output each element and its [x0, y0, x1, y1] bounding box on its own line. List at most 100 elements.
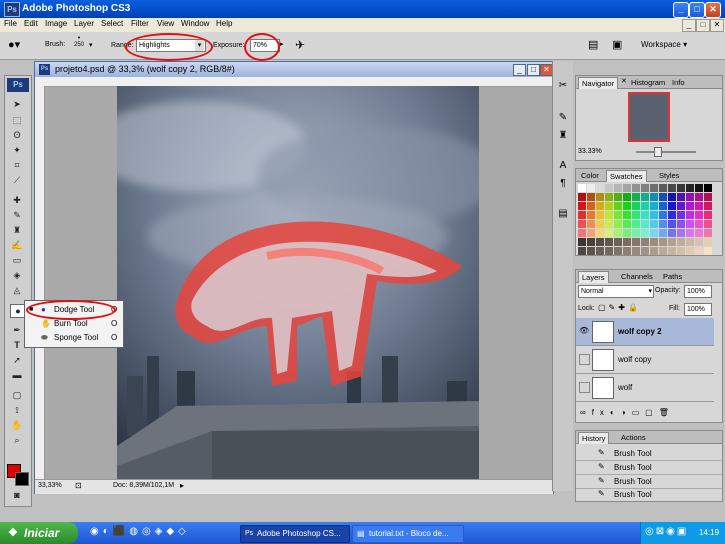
navigator-thumbnail[interactable] — [628, 92, 670, 142]
color-swatch[interactable] — [704, 202, 712, 210]
menu-file[interactable]: File — [4, 19, 17, 28]
color-swatch[interactable] — [596, 193, 604, 201]
color-swatch[interactable] — [578, 193, 586, 201]
eraser-tool-icon[interactable]: ▭ — [10, 254, 24, 266]
bridge-icon[interactable]: ▣ — [612, 38, 622, 51]
color-swatch[interactable] — [596, 211, 604, 219]
tab-navigator[interactable]: Navigator — [578, 77, 619, 89]
document-maximize-button[interactable]: □ — [527, 64, 540, 76]
color-swatch[interactable] — [695, 184, 703, 192]
hand-tool-icon[interactable]: ✋ — [10, 419, 24, 431]
color-swatch[interactable] — [686, 229, 694, 237]
history-item[interactable]: ✎ Brush Tool — [576, 447, 722, 461]
color-swatch[interactable] — [623, 184, 631, 192]
color-swatch[interactable] — [641, 229, 649, 237]
lock-icons[interactable]: ▢✎✚🔒 — [598, 303, 641, 312]
swatch-grid[interactable] — [576, 182, 722, 255]
color-swatch[interactable] — [578, 220, 586, 228]
color-swatch[interactable] — [668, 202, 676, 210]
layer-row[interactable]: 👁 wolf copy 2 — [576, 318, 714, 346]
color-swatch[interactable] — [614, 211, 622, 219]
menu-image[interactable]: Image — [45, 19, 67, 28]
color-swatch[interactable] — [659, 229, 667, 237]
lasso-tool-icon[interactable]: ʘ — [10, 129, 24, 141]
brush-tool-icon[interactable]: ✎ — [10, 209, 24, 221]
quick-mask-icon[interactable]: ◙ — [10, 489, 24, 501]
navigator-zoom[interactable]: 33.33% — [578, 148, 602, 155]
flyout-item-sponge[interactable]: ⬬ Sponge Tool O — [27, 331, 119, 344]
exposure-slider-arrow-icon[interactable]: ▸ — [280, 40, 284, 48]
history-item[interactable]: ✎ Brush Tool — [576, 475, 722, 489]
menu-view[interactable]: View — [157, 19, 174, 28]
fill-input[interactable]: 100% — [684, 303, 712, 316]
color-swatch[interactable] — [605, 202, 613, 210]
color-swatch[interactable] — [632, 184, 640, 192]
color-swatch[interactable] — [659, 184, 667, 192]
color-swatch[interactable] — [596, 184, 604, 192]
color-swatch[interactable] — [704, 229, 712, 237]
color-swatch[interactable] — [668, 238, 676, 246]
color-swatch[interactable] — [587, 238, 595, 246]
document-title-bar[interactable]: Ps projeto4.psd @ 33,3% (wolf copy 2, RG… — [35, 62, 553, 77]
history-item[interactable]: ✎ Brush Tool — [576, 461, 722, 475]
color-swatch[interactable] — [632, 211, 640, 219]
menu-edit[interactable]: Edit — [24, 19, 38, 28]
dodge-tool-preset-icon[interactable]: ●▾ — [8, 38, 28, 52]
color-swatch[interactable] — [578, 247, 586, 255]
color-swatch[interactable] — [677, 184, 685, 192]
crop-tool-icon[interactable]: ⌗ — [10, 159, 24, 171]
color-swatch[interactable] — [578, 238, 586, 246]
color-swatch[interactable] — [578, 184, 586, 192]
tab-channels[interactable]: Channels — [618, 271, 656, 282]
color-swatch[interactable] — [596, 229, 604, 237]
tab-swatches[interactable]: Swatches — [606, 170, 647, 182]
blur-tool-icon[interactable]: ◬ — [10, 284, 24, 296]
tab-history[interactable]: History — [578, 432, 610, 444]
color-swatch[interactable] — [578, 211, 586, 219]
doc-minimize-button[interactable]: _ — [682, 19, 696, 32]
type-tool-icon[interactable]: T — [10, 339, 24, 351]
color-swatch[interactable] — [650, 193, 658, 201]
maximize-button[interactable]: □ — [689, 2, 705, 18]
color-swatch[interactable] — [605, 229, 613, 237]
color-swatch[interactable] — [659, 247, 667, 255]
color-swatch[interactable] — [587, 247, 595, 255]
color-swatch[interactable] — [650, 229, 658, 237]
color-swatch[interactable] — [623, 211, 631, 219]
color-swatch[interactable] — [659, 193, 667, 201]
color-swatch[interactable] — [614, 229, 622, 237]
history-brush-tool-icon[interactable]: ✍ — [10, 239, 24, 251]
color-swatch[interactable] — [587, 193, 595, 201]
color-swatch[interactable] — [614, 220, 622, 228]
color-swatch[interactable] — [677, 211, 685, 219]
layers-footer-buttons[interactable]: ∞fx◐◑▭▢🗑 — [576, 408, 725, 421]
color-swatch[interactable] — [668, 220, 676, 228]
color-swatch[interactable] — [677, 247, 685, 255]
color-swatch[interactable] — [614, 184, 622, 192]
minimize-button[interactable]: _ — [673, 2, 689, 18]
color-swatch[interactable] — [641, 247, 649, 255]
tab-histogram[interactable]: Histogram — [628, 77, 668, 88]
doc-restore-button[interactable]: □ — [696, 19, 710, 32]
move-tool-icon[interactable]: ➤ — [10, 98, 24, 110]
brushes-panel-icon[interactable]: ✎ — [556, 111, 570, 125]
color-swatch[interactable] — [686, 193, 694, 201]
color-swatch[interactable] — [668, 247, 676, 255]
workspace-button[interactable]: Workspace ▾ — [641, 40, 687, 49]
color-swatch[interactable] — [659, 238, 667, 246]
color-swatch[interactable] — [614, 247, 622, 255]
eye-icon[interactable]: 👁 — [579, 326, 589, 335]
taskbar-notepad[interactable]: ▤ tutorial.txt - Bloco de... — [352, 525, 464, 543]
color-swatch[interactable] — [641, 202, 649, 210]
color-swatch[interactable] — [704, 247, 712, 255]
color-swatch[interactable] — [677, 238, 685, 246]
color-swatch[interactable] — [695, 211, 703, 219]
color-swatch[interactable] — [659, 220, 667, 228]
paragraph-panel-icon[interactable]: ¶ — [556, 177, 570, 191]
color-swatch[interactable] — [641, 238, 649, 246]
tab-color[interactable]: Color — [578, 170, 602, 181]
background-color-swatch[interactable] — [15, 472, 29, 486]
menu-help[interactable]: Help — [216, 19, 232, 28]
color-swatch[interactable] — [632, 193, 640, 201]
color-swatch[interactable] — [650, 220, 658, 228]
